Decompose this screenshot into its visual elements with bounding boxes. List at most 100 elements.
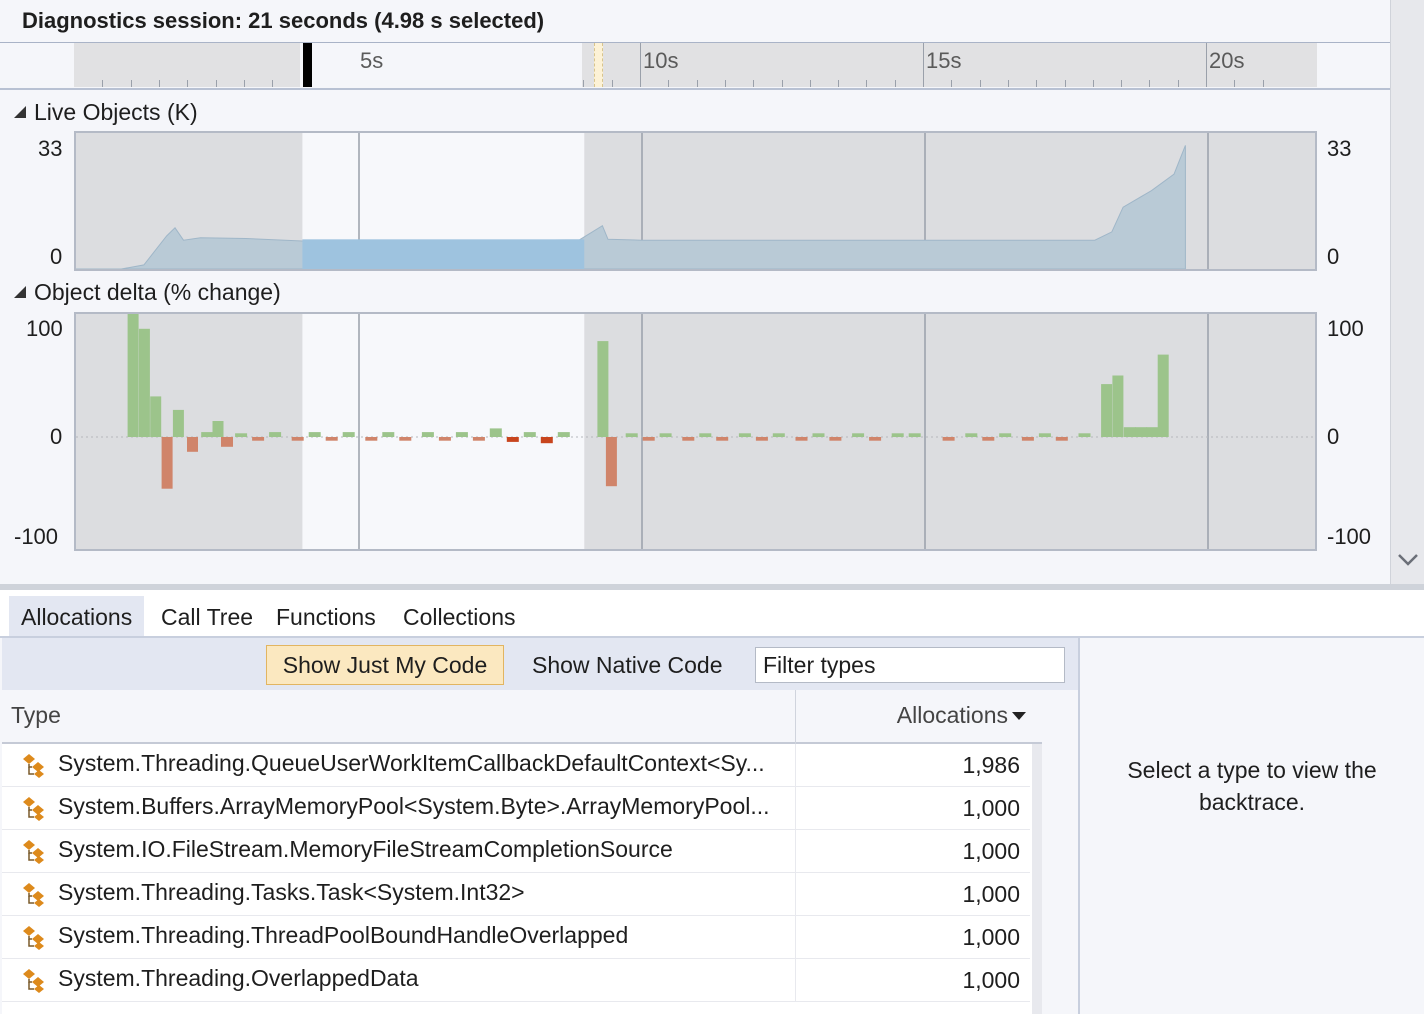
delta-bar [540, 437, 553, 444]
delta-bar [869, 437, 882, 441]
delta-bar [1135, 427, 1148, 437]
ruler-selection[interactable] [300, 43, 583, 87]
delta-bar [1021, 437, 1034, 441]
delta-bar [472, 437, 485, 441]
delta-bar [269, 432, 282, 437]
table-row[interactable]: System.Threading.QueueUserWorkItemCallba… [2, 744, 1030, 787]
delta-bar [1038, 433, 1051, 437]
delta-bar [829, 437, 842, 441]
delta-bar [716, 437, 729, 441]
object-delta-title: Object delta (% change) [34, 279, 281, 305]
live-objects-plot [76, 133, 1209, 269]
delta-bar [908, 433, 921, 437]
ruler-minor-tick [668, 80, 670, 87]
column-divider[interactable] [795, 690, 796, 744]
column-header-type[interactable]: Type [11, 702, 61, 729]
delta-bar [1112, 375, 1124, 437]
delta-bar [1123, 427, 1136, 437]
timeline-scrollbar[interactable] [1390, 0, 1424, 586]
ruler-minor-tick [1092, 80, 1094, 87]
delta-bar [127, 314, 139, 437]
column-header-allocations[interactable]: Allocations [897, 702, 1026, 729]
delta-bar [682, 437, 695, 441]
table-row[interactable]: System.Threading.ThreadPoolBoundHandleOv… [2, 916, 1030, 959]
backtrace-placeholder: Select a type to view the backtrace. [1127, 757, 1377, 815]
table-row[interactable]: System.Buffers.ArrayMemoryPool<System.By… [2, 787, 1030, 830]
delta-bar [605, 437, 617, 487]
table-row[interactable]: System.IO.FileStream.MemoryFileStreamCom… [2, 830, 1030, 873]
delta-bar [982, 437, 995, 441]
object-delta-header[interactable]: Object delta (% change) [14, 279, 281, 306]
ruler-minor-tick [724, 80, 726, 87]
allocations-grid: Type Allocations System.Threading.QueueU… [2, 690, 1042, 1014]
delta-bar [852, 433, 865, 437]
session-title: Diagnostics session: 21 seconds (4.98 s … [22, 8, 545, 33]
y-axis-max-label: 33 [38, 136, 63, 161]
show-native-code-button[interactable]: Show Native Code [532, 645, 723, 685]
ruler-major-tick [640, 43, 641, 87]
allocation-count: 1,000 [962, 795, 1020, 821]
tab-allocations[interactable]: Allocations [9, 596, 145, 638]
ruler-minor-tick [809, 80, 811, 87]
time-ruler[interactable]: 5s 10s 15s 20s [74, 43, 1317, 87]
scroll-down-icon[interactable] [1397, 550, 1419, 570]
delta-bar [399, 437, 412, 441]
sort-descending-icon [1012, 712, 1026, 720]
scroll-up-icon[interactable] [1041, 768, 1042, 787]
delta-bar [161, 437, 173, 489]
delta-bar [1146, 427, 1159, 437]
collapse-triangle-icon[interactable] [14, 106, 26, 118]
tab-call-tree[interactable]: Call Tree [149, 596, 265, 638]
class-type-icon [20, 967, 50, 995]
delta-bar [455, 432, 468, 437]
ruler-minor-tick [1177, 80, 1179, 87]
type-name: System.Threading.Tasks.Task<System.Int32… [58, 879, 525, 905]
type-name: System.IO.FileStream.MemoryFileStreamCom… [58, 836, 673, 862]
ruler-minor-tick [979, 80, 981, 87]
filter-types-input[interactable]: Filter types [755, 647, 1065, 683]
delta-bar [506, 437, 519, 442]
delta-bar [1055, 437, 1068, 441]
table-row[interactable]: System.Threading.Tasks.Task<System.Int32… [2, 873, 1030, 916]
delta-right-y-axis-min-label: -100 [1327, 524, 1372, 549]
tab-functions[interactable]: Functions [264, 596, 388, 638]
column-divider [795, 873, 796, 916]
live-objects-title: Live Objects (K) [34, 99, 198, 125]
delta-bar [212, 421, 224, 437]
ruler-minor-tick [838, 80, 840, 87]
object-delta-plot [76, 314, 1315, 549]
ruler-minor-tick [102, 80, 104, 87]
delta-right-y-axis-max-label: 100 [1327, 316, 1364, 341]
allocation-count: 1,000 [962, 924, 1020, 950]
right-y-axis-max-label: 33 [1327, 136, 1352, 161]
delta-bar [812, 433, 825, 437]
ruler-tick-label: 20s [1209, 48, 1245, 73]
delta-bar [965, 433, 978, 437]
ruler-minor-tick [611, 80, 613, 87]
show-just-my-code-button[interactable]: Show Just My Code [266, 645, 504, 685]
scroll-down-icon[interactable] [1041, 950, 1042, 969]
ruler-selection-start-handle[interactable] [303, 43, 312, 87]
live-objects-chart[interactable] [74, 131, 1317, 271]
collapse-triangle-icon[interactable] [14, 286, 26, 298]
delta-bar [1157, 354, 1169, 437]
ruler-minor-tick [1121, 80, 1123, 87]
grid-scrollbar[interactable] [1032, 744, 1042, 1014]
type-name: System.Threading.QueueUserWorkItemCallba… [58, 750, 765, 776]
ruler-minor-tick [215, 80, 217, 87]
delta-bar [1101, 384, 1113, 437]
delta-bar [1078, 433, 1091, 437]
class-type-icon [20, 924, 50, 952]
tab-collections[interactable]: Collections [391, 596, 528, 638]
diagnostics-timeline-panel: Diagnostics session: 21 seconds (4.98 s … [0, 0, 1390, 586]
table-row[interactable]: System.Threading.OverlappedData 1,000 [2, 959, 1030, 1002]
live-objects-header[interactable]: Live Objects (K) [14, 99, 198, 126]
delta-bar [795, 437, 808, 441]
live-objects-selected-area [302, 239, 585, 269]
ruler-selection-end-handle[interactable] [594, 43, 603, 87]
allocations-toolbar: Show Just My Code Show Native Code Filte… [2, 638, 1078, 690]
delta-bar [738, 433, 751, 437]
right-y-axis-min-label: 0 [1327, 244, 1340, 269]
object-delta-chart[interactable] [74, 312, 1317, 551]
ruler-minor-tick [583, 80, 585, 87]
